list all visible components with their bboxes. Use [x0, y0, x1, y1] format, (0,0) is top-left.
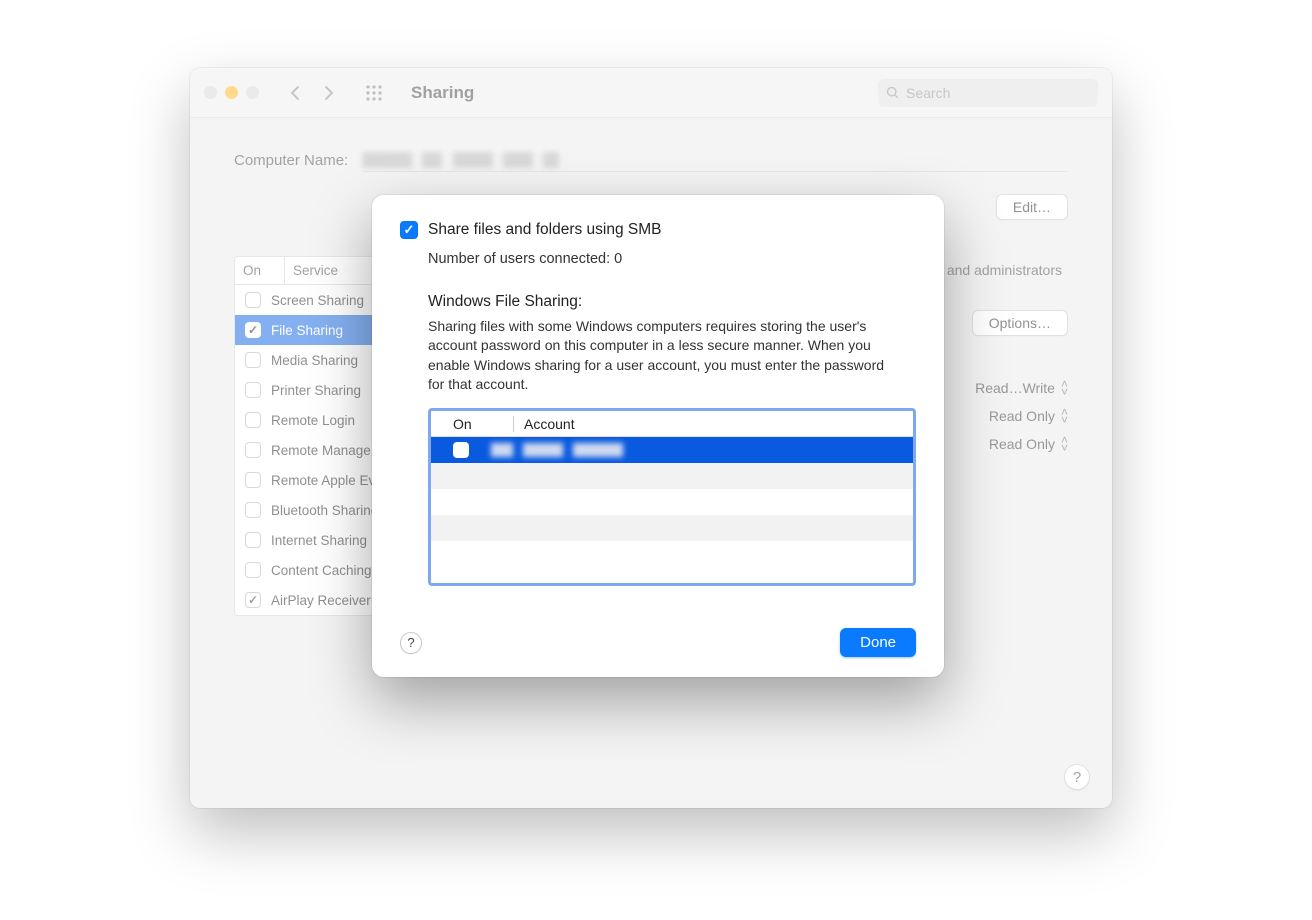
services-header-service: Service: [285, 257, 346, 284]
service-checkbox[interactable]: [245, 382, 261, 398]
accounts-header-on: On: [453, 416, 513, 432]
account-row-empty: [431, 541, 913, 567]
service-checkbox[interactable]: [245, 502, 261, 518]
account-row[interactable]: [431, 437, 913, 463]
sheet-help-button[interactable]: ?: [400, 632, 422, 654]
computer-name-row: Computer Name:: [234, 148, 1068, 172]
accounts-header-account: Account: [524, 416, 575, 432]
service-checkbox[interactable]: [245, 292, 261, 308]
service-checkbox[interactable]: [245, 442, 261, 458]
search-field[interactable]: Search: [878, 79, 1098, 107]
minimize-window-button[interactable]: [225, 86, 238, 99]
users-connected-label: Number of users connected: 0: [428, 251, 916, 267]
service-row-file-sharing[interactable]: File Sharing: [235, 315, 393, 345]
stepper-icon: ˄˅: [1061, 380, 1068, 396]
stepper-icon: ˄˅: [1061, 408, 1068, 424]
edit-button[interactable]: Edit…: [996, 194, 1068, 220]
service-checkbox[interactable]: [245, 412, 261, 428]
search-icon: [886, 86, 900, 100]
service-row-media-sharing[interactable]: Media Sharing: [235, 345, 393, 375]
titlebar: Sharing Search: [190, 68, 1112, 118]
service-row-content-caching[interactable]: Content Caching: [235, 555, 393, 585]
services-header: On Service: [235, 257, 393, 285]
service-checkbox[interactable]: [245, 352, 261, 368]
stepper-icon: ˄˅: [1061, 436, 1068, 452]
service-checkbox[interactable]: [245, 592, 261, 608]
service-checkbox[interactable]: [245, 322, 261, 338]
service-checkbox[interactable]: [245, 532, 261, 548]
help-button[interactable]: ?: [1064, 764, 1090, 790]
services-header-on: On: [235, 257, 285, 284]
computer-name-label: Computer Name:: [234, 152, 348, 169]
zoom-window-button[interactable]: [246, 86, 259, 99]
service-row-airplay-receiver[interactable]: AirPlay Receiver: [235, 585, 393, 615]
service-row-remote-management[interactable]: Remote Management: [235, 435, 393, 465]
service-row-printer-sharing[interactable]: Printer Sharing: [235, 375, 393, 405]
service-row-remote-apple-events[interactable]: Remote Apple Events: [235, 465, 393, 495]
account-row-empty: [431, 489, 913, 515]
services-list: On Service Screen Sharing File Sharing M…: [234, 256, 394, 616]
service-row-screen-sharing[interactable]: Screen Sharing: [235, 285, 393, 315]
search-placeholder: Search: [906, 85, 950, 101]
service-row-internet-sharing[interactable]: Internet Sharing: [235, 525, 393, 555]
window-title: Sharing: [411, 83, 474, 103]
show-all-icon[interactable]: [361, 80, 387, 106]
smb-label: Share files and folders using SMB: [428, 221, 661, 239]
service-checkbox[interactable]: [245, 562, 261, 578]
smb-checkbox[interactable]: [400, 221, 418, 239]
service-row-bluetooth-sharing[interactable]: Bluetooth Sharing: [235, 495, 393, 525]
options-button[interactable]: Options…: [972, 310, 1068, 336]
service-checkbox[interactable]: [245, 472, 261, 488]
window-controls: [204, 86, 259, 99]
close-window-button[interactable]: [204, 86, 217, 99]
account-row-empty: [431, 515, 913, 541]
windows-file-sharing-title: Windows File Sharing:: [428, 293, 916, 311]
back-button[interactable]: [283, 79, 307, 107]
accounts-table-header: On Account: [431, 411, 913, 437]
done-button[interactable]: Done: [840, 628, 916, 657]
accounts-table[interactable]: On Account: [428, 408, 916, 586]
service-row-remote-login[interactable]: Remote Login: [235, 405, 393, 435]
windows-file-sharing-description: Sharing files with some Windows computer…: [428, 317, 898, 394]
file-sharing-options-sheet: Share files and folders using SMB Number…: [372, 195, 944, 677]
forward-button[interactable]: [317, 79, 341, 107]
account-row-empty: [431, 463, 913, 489]
account-checkbox[interactable]: [453, 442, 469, 458]
computer-name-field[interactable]: [362, 148, 1068, 172]
